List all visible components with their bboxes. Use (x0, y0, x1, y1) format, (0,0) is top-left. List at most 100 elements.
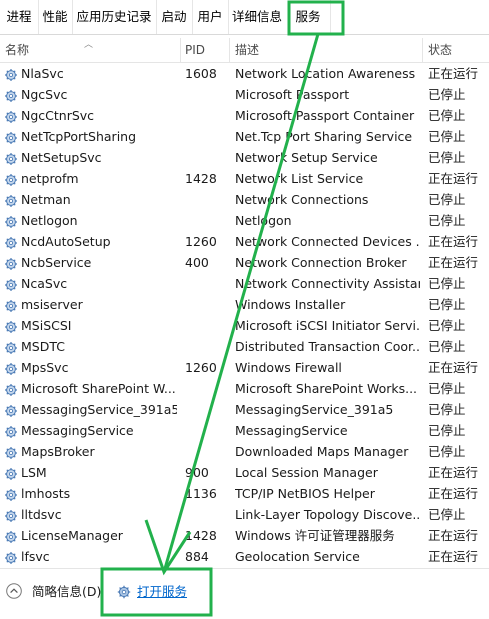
tab-startup[interactable]: 启动 (156, 0, 193, 34)
tab-app-history[interactable]: 应用历史记录 (72, 0, 157, 34)
service-gear-icon (4, 193, 18, 207)
service-row[interactable]: NetTcpPortSharing Net.Tcp Port Sharing Se… (0, 126, 489, 147)
service-name: MpsSvc (21, 360, 69, 375)
service-name: LicenseManager (21, 528, 123, 543)
service-gear-icon (4, 130, 18, 144)
service-row[interactable]: MpsSvc 1260 Windows Firewall 正在运行 (0, 357, 489, 378)
service-gear-icon (4, 340, 18, 354)
service-name: Microsoft SharePoint W... (21, 381, 176, 396)
service-status: 已停止 (428, 276, 466, 291)
column-header-name[interactable]: 名称 (5, 38, 29, 62)
service-description: MessagingService_391a5 (235, 402, 394, 417)
column-divider[interactable] (229, 38, 230, 62)
service-status: 已停止 (428, 402, 466, 417)
column-header-pid[interactable]: PID (185, 38, 205, 62)
service-row[interactable]: netprofm 1428 Network List Service 正在运行 (0, 168, 489, 189)
service-name: NlaSvc (21, 66, 64, 81)
service-row[interactable]: NlaSvc 1608 Network Location Awareness 正在运行 (0, 63, 489, 84)
service-status: 正在运行 (428, 255, 479, 270)
service-status: 已停止 (428, 339, 466, 354)
service-name: MSiSCSI (21, 318, 72, 333)
service-pid: 400 (185, 255, 209, 270)
service-row[interactable]: Netlogon Netlogon 已停止 (0, 210, 489, 231)
service-row[interactable]: Netman Network Connections 已停止 (0, 189, 489, 210)
service-description: Network Connected Devices ... (235, 234, 420, 249)
service-gear-icon (4, 151, 18, 165)
service-description: Netlogon (235, 213, 292, 228)
service-name: LSM (21, 465, 47, 480)
column-header-status[interactable]: 状态 (428, 38, 452, 62)
service-name: MessagingService_391a5 (21, 402, 177, 417)
service-row[interactable]: MessagingService_391a5 MessagingService_3… (0, 399, 489, 420)
service-row[interactable]: NcaSvc Network Connectivity Assistant 已停止 (0, 273, 489, 294)
column-header-description[interactable]: 描述 (235, 38, 259, 62)
service-row[interactable]: NetSetupSvc Network Setup Service 已停止 (0, 147, 489, 168)
service-gear-icon (4, 487, 18, 501)
open-services-link[interactable]: 打开服务 (137, 582, 187, 602)
service-status: 正在运行 (428, 528, 479, 543)
service-gear-icon (4, 214, 18, 228)
service-status: 正在运行 (428, 171, 479, 186)
service-pid (185, 441, 225, 462)
service-pid (185, 378, 225, 399)
service-name: Netlogon (21, 213, 78, 228)
service-row[interactable]: lmhosts 1136 TCP/IP NetBIOS Helper 正在运行 (0, 483, 489, 504)
service-row[interactable]: NgcSvc Microsoft Passport 已停止 (0, 84, 489, 105)
service-pid (185, 189, 225, 210)
service-row[interactable]: MessagingService MessagingService 已停止 (0, 420, 489, 441)
service-pid (185, 126, 225, 147)
tab-performance[interactable]: 性能 (38, 0, 73, 34)
service-description: Microsoft iSCSI Initiator Servi... (235, 318, 420, 333)
service-name: NetSetupSvc (21, 150, 102, 165)
service-row[interactable]: NgcCtnrSvc Microsoft Passport Container 已停… (0, 105, 489, 126)
tab-users[interactable]: 用户 (192, 0, 229, 34)
tab-services[interactable]: 服务 (286, 0, 331, 34)
service-gear-icon (4, 529, 18, 543)
service-name: NgcCtnrSvc (21, 108, 95, 123)
tab-details[interactable]: 详细信息 (228, 0, 287, 34)
service-row[interactable]: MSiSCSI Microsoft iSCSI Initiator Servi..… (0, 315, 489, 336)
service-gear-icon (4, 550, 18, 564)
service-row[interactable]: Microsoft SharePoint W... Microsoft Share… (0, 378, 489, 399)
fewer-details-button[interactable]: 简略信息(D) (32, 582, 101, 602)
service-status: 正在运行 (428, 465, 479, 480)
service-gear-icon (4, 172, 18, 186)
service-row[interactable]: lfsvc 884 Geolocation Service 正在运行 (0, 546, 489, 567)
service-description: Distributed Transaction Coor... (235, 339, 420, 354)
service-gear-icon (4, 88, 18, 102)
service-description: Windows Installer (235, 297, 346, 312)
service-row[interactable]: MSDTC Distributed Transaction Coor... 已停止 (0, 336, 489, 357)
service-status: 已停止 (428, 129, 466, 144)
service-gear-icon (4, 403, 18, 417)
service-row[interactable]: LSM 900 Local Session Manager 正在运行 (0, 462, 489, 483)
service-pid (185, 504, 225, 525)
service-row[interactable]: MapsBroker Downloaded Maps Manager 已停止 (0, 441, 489, 462)
service-pid (185, 105, 225, 126)
service-name: MapsBroker (21, 444, 95, 459)
collapse-chevron-icon[interactable] (6, 583, 22, 599)
service-name: netprofm (21, 171, 79, 186)
service-status: 已停止 (428, 213, 466, 228)
tab-bar: 进程 性能 应用历史记录 启动 用户 详细信息 服务 (0, 0, 489, 35)
column-divider[interactable] (422, 38, 423, 62)
service-pid: 1136 (185, 486, 217, 501)
sort-up-icon: ︿ (84, 40, 94, 50)
service-description: Network Setup Service (235, 150, 378, 165)
services-gear-icon (117, 585, 131, 599)
service-name: NetTcpPortSharing (21, 129, 137, 144)
service-description: Microsoft SharePoint Works... (235, 381, 418, 396)
service-row[interactable]: msiserver Windows Installer 已停止 (0, 294, 489, 315)
service-row[interactable]: LicenseManager 1428 Windows 许可证管理器服务 正在运行 (0, 525, 489, 546)
service-pid (185, 399, 225, 420)
service-pid: 1608 (185, 66, 217, 81)
service-row[interactable]: NcdAutoSetup 1260 Network Connected Device… (0, 231, 489, 252)
service-gear-icon (4, 508, 18, 522)
service-description: Network List Service (235, 171, 364, 186)
service-row[interactable]: NcbService 400 Network Connection Broker 正在… (0, 252, 489, 273)
service-row[interactable]: lltdsvc Link-Layer Topology Discove... 已停止 (0, 504, 489, 525)
service-pid: 1260 (185, 234, 217, 249)
service-gear-icon (4, 466, 18, 480)
tab-processes[interactable]: 进程 (0, 0, 39, 34)
service-name: lfsvc (21, 549, 50, 564)
column-divider[interactable] (180, 38, 181, 62)
